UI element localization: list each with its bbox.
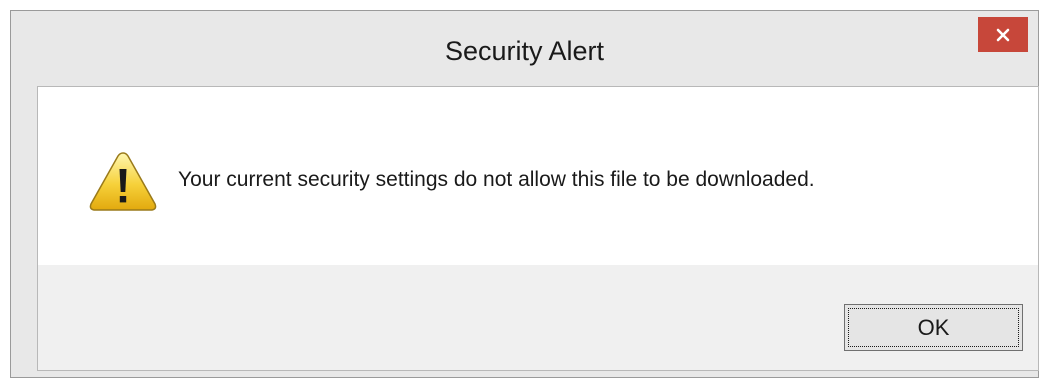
message-area: Your current security settings do not al…	[38, 87, 1038, 265]
ok-button-label: OK	[917, 314, 950, 340]
security-alert-dialog: Security Alert Your current security set…	[10, 10, 1039, 378]
dialog-title: Security Alert	[444, 36, 605, 66]
alert-message: Your current security settings do not al…	[178, 168, 815, 191]
close-button[interactable]	[978, 17, 1028, 52]
title-bar[interactable]: Security Alert	[11, 11, 1038, 85]
dialog-body: Your current security settings do not al…	[37, 86, 1039, 371]
ok-button[interactable]: OK	[844, 304, 1023, 351]
close-icon	[996, 28, 1010, 41]
warning-icon	[89, 152, 157, 211]
